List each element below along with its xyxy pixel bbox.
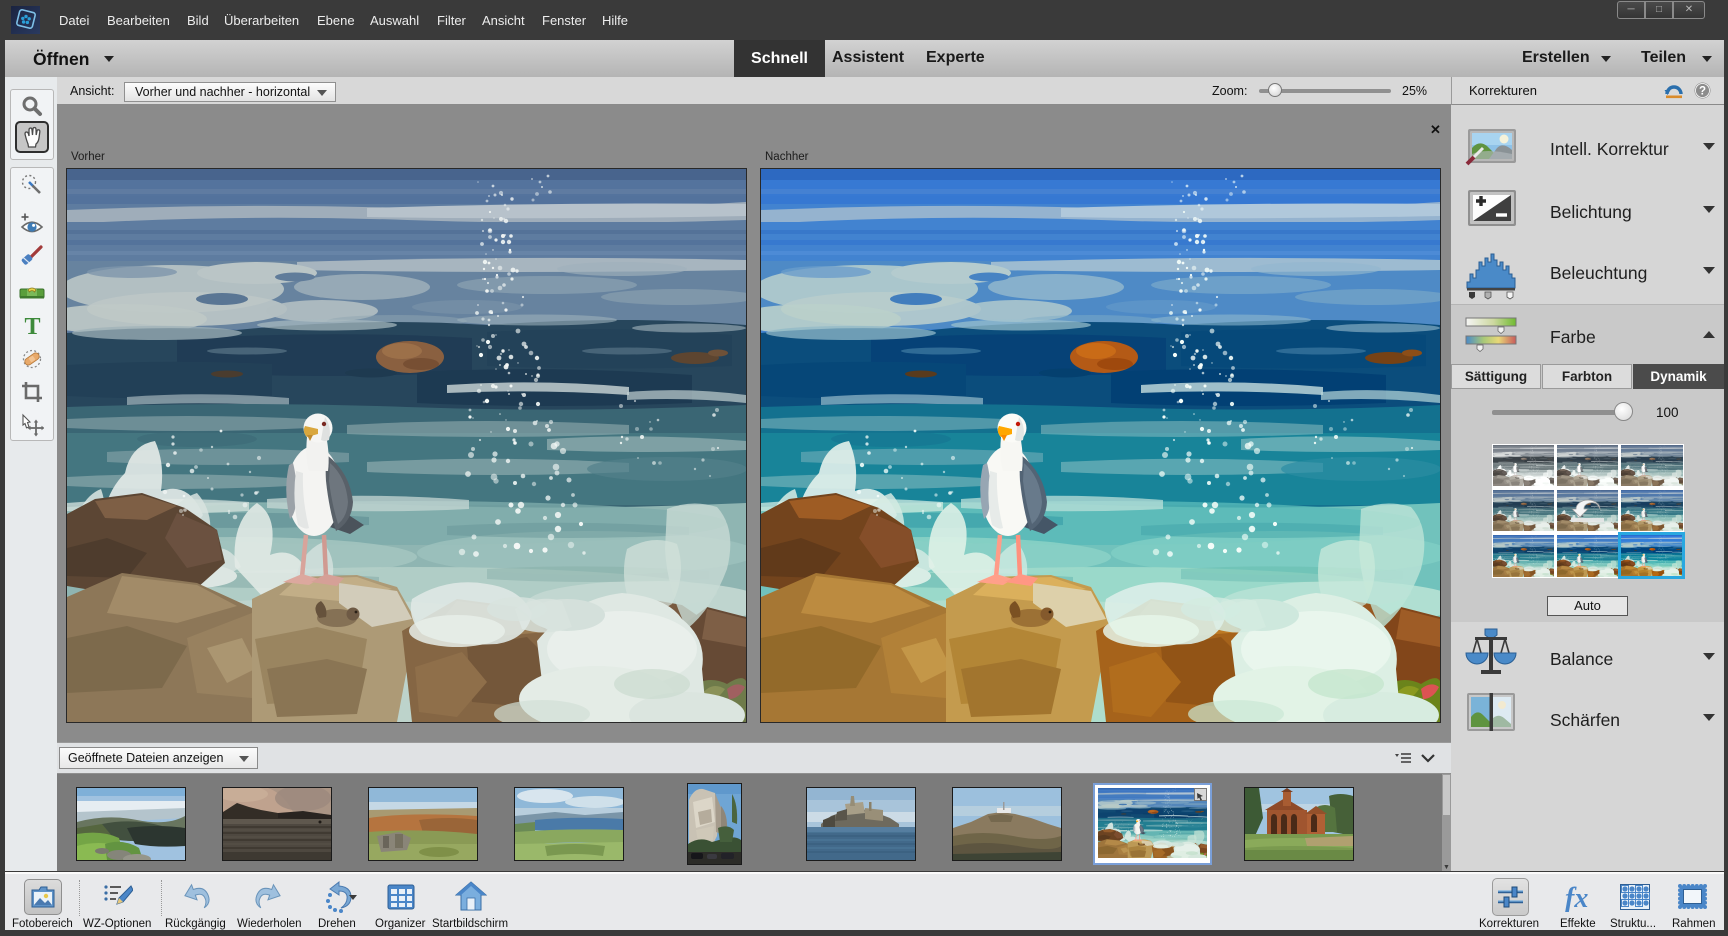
svg-text:?: ? bbox=[1699, 86, 1706, 98]
svg-text:fx: fx bbox=[1565, 883, 1588, 912]
svg-text:T: T bbox=[24, 315, 40, 337]
